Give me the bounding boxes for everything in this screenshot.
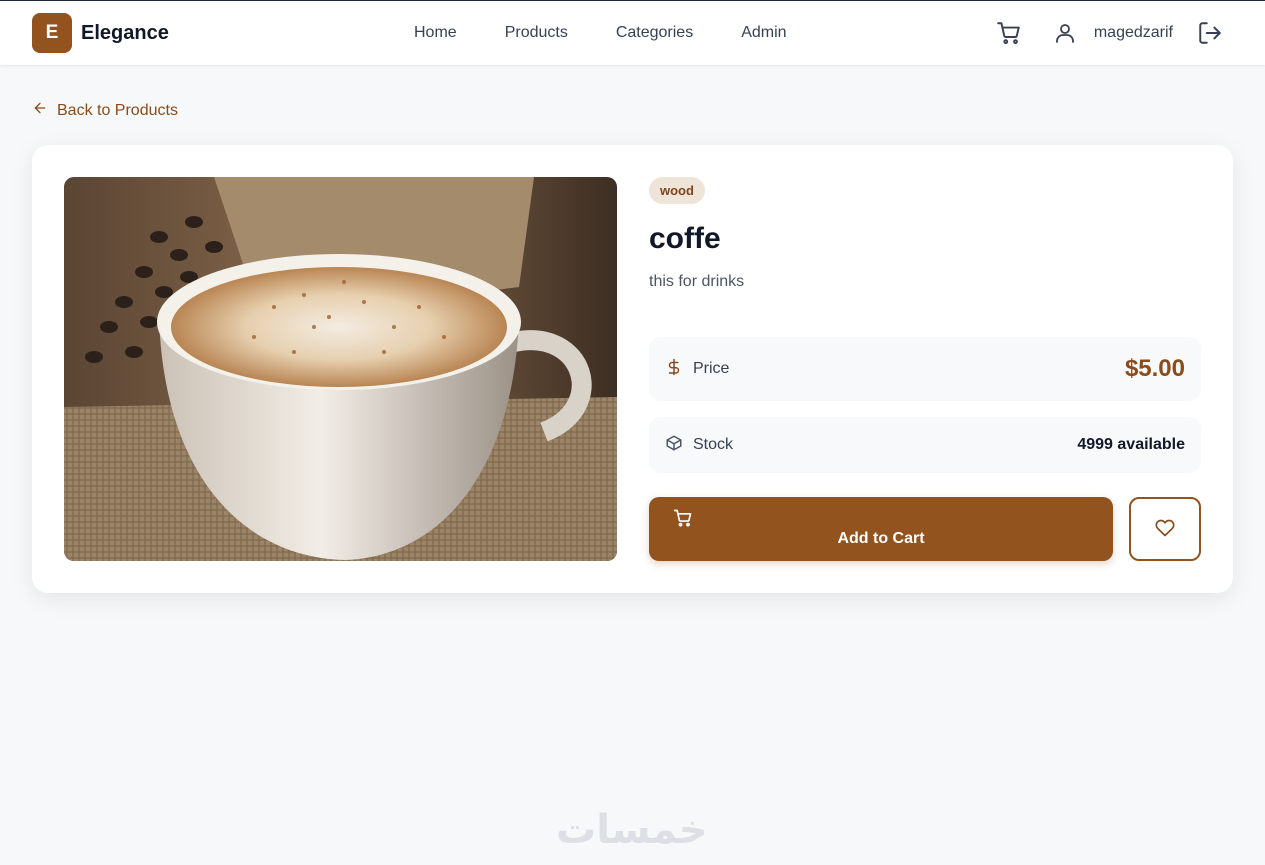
back-to-products-link[interactable]: Back to Products — [32, 100, 178, 121]
product-description: this for drinks — [649, 273, 745, 290]
price-box: Price $5.00 — [649, 337, 1201, 401]
brand[interactable]: E Elegance — [32, 13, 169, 53]
stock-box: Stock 4999 available — [649, 417, 1201, 473]
add-to-cart-label: Add to Cart — [837, 530, 925, 547]
main-nav: Home Products Categories Admin — [398, 1, 787, 65]
nav-link-products[interactable]: Products — [489, 24, 568, 42]
brand-name[interactable]: Elegance — [81, 22, 169, 45]
product-image — [64, 177, 617, 561]
nav-link-categories[interactable]: Categories — [600, 24, 693, 42]
watermark: خمسات — [556, 807, 708, 853]
add-to-cart-button[interactable]: Add to Cart — [649, 497, 1113, 561]
category-badge: wood — [649, 177, 705, 204]
back-link-label: Back to Products — [57, 101, 178, 119]
stock-value: 4999 available — [1077, 436, 1185, 453]
shopping-cart-icon — [673, 508, 693, 531]
dollar-icon — [665, 358, 683, 381]
product-details: wood coffe this for drinks Price $5.00 S… — [649, 177, 1201, 561]
brand-logo[interactable]: E — [32, 13, 72, 53]
stock-label-group: Stock — [665, 434, 733, 457]
price-label-group: Price — [665, 358, 729, 381]
nav-link-admin[interactable]: Admin — [725, 24, 786, 42]
stock-label: Stock — [693, 436, 734, 453]
price-label: Price — [693, 360, 730, 377]
username[interactable]: magedzarif — [1094, 24, 1173, 42]
logout-icon[interactable] — [1195, 18, 1225, 48]
heart-icon — [1155, 518, 1175, 541]
wishlist-button[interactable] — [1129, 497, 1201, 561]
shopping-cart-icon[interactable] — [994, 18, 1024, 48]
arrow-left-icon — [32, 100, 48, 121]
box-icon — [665, 434, 683, 457]
nav-actions: magedzarif — [994, 1, 1225, 65]
top-navbar: E Elegance Home Products Categories Admi… — [0, 1, 1265, 65]
user-icon[interactable] — [1050, 18, 1080, 48]
product-card: wood coffe this for drinks Price $5.00 S… — [32, 145, 1233, 593]
nav-link-home[interactable]: Home — [398, 24, 457, 42]
product-title: coffe — [649, 222, 721, 255]
price-value: $5.00 — [1124, 355, 1185, 382]
